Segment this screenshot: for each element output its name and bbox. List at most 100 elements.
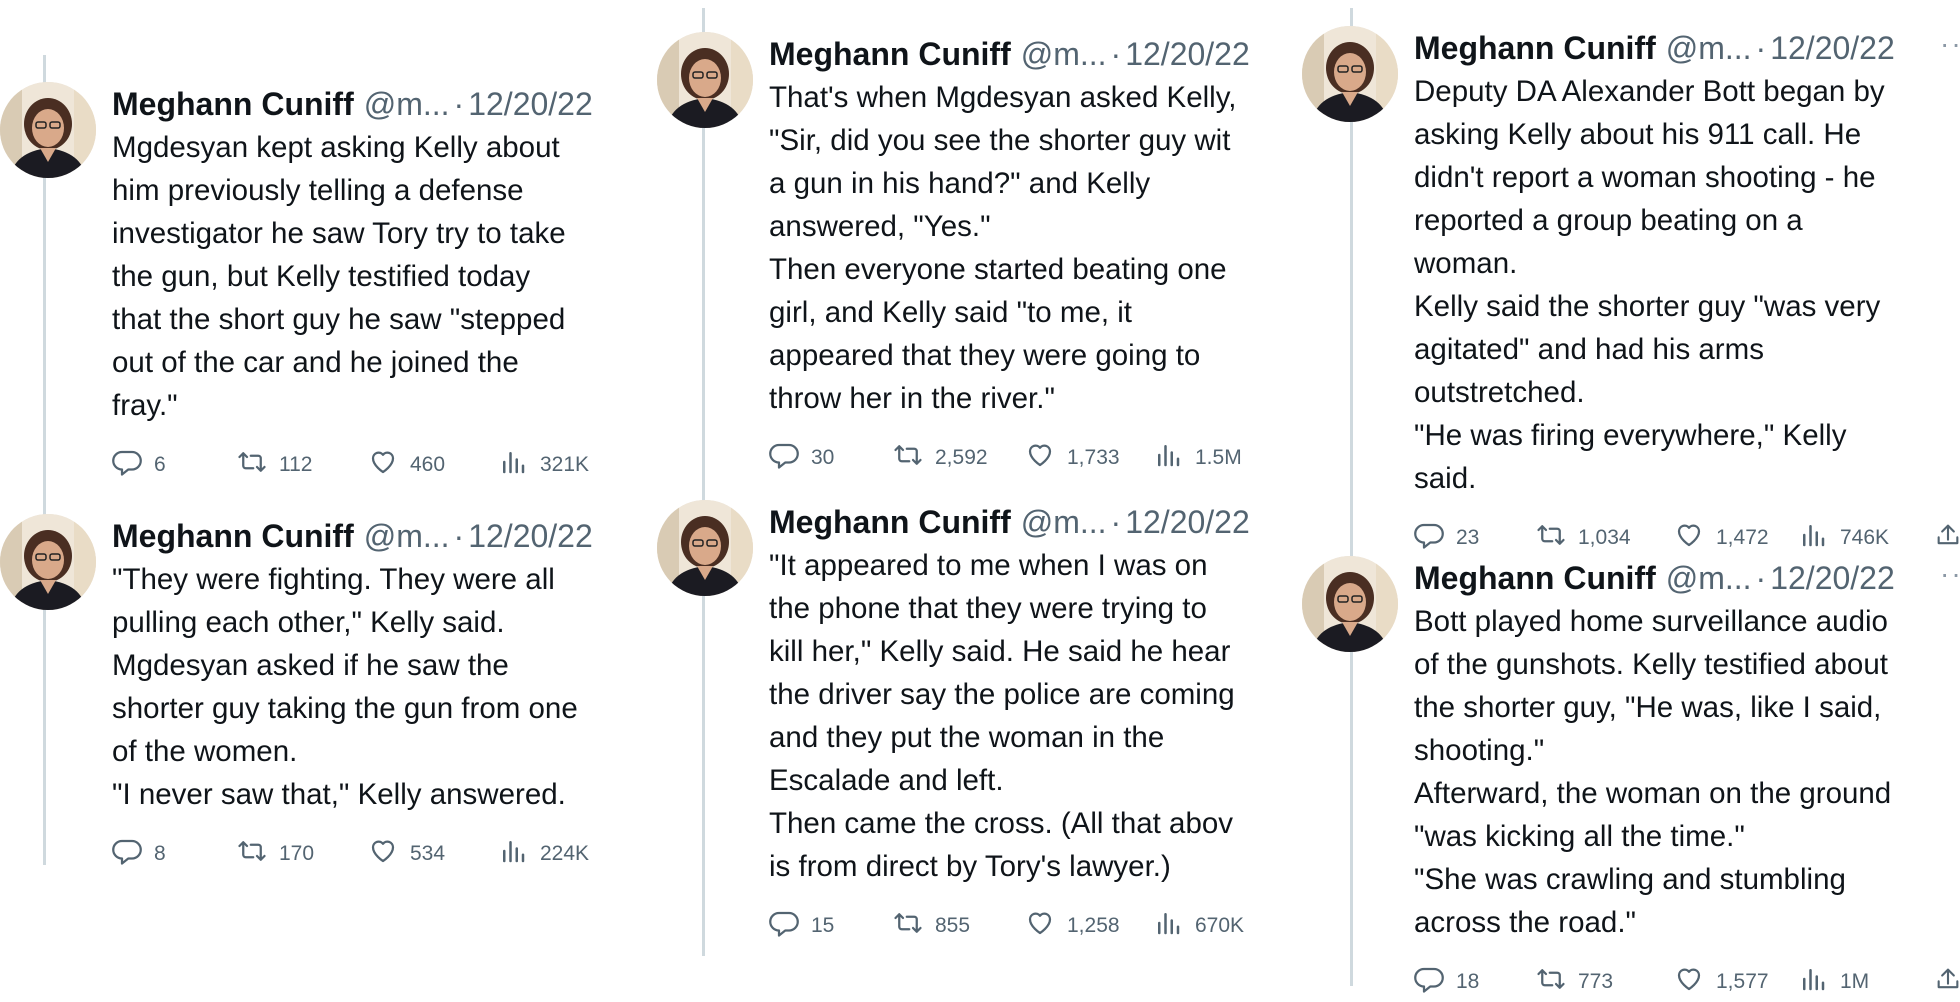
- tweet-text-line: That's when Mgdesyan asked Kelly,: [769, 81, 1237, 114]
- reply-count: 18: [1456, 970, 1480, 993]
- retweet-count: 112: [279, 453, 313, 476]
- reply-count: 6: [154, 453, 166, 476]
- like-icon: [1674, 964, 1716, 1000]
- author-name[interactable]: Meghann Cuniff: [112, 514, 354, 558]
- like-count: 1,472: [1716, 526, 1769, 549]
- reply-button[interactable]: 15: [769, 908, 893, 944]
- tweet-text-line: the driver say the police are coming: [769, 678, 1235, 711]
- tweet-text-line: across the road.": [1414, 906, 1636, 939]
- author-name[interactable]: Meghann Cuniff: [1414, 556, 1656, 600]
- author-name[interactable]: Meghann Cuniff: [1414, 26, 1656, 70]
- views-button[interactable]: 746K: [1798, 520, 1918, 556]
- avatar[interactable]: [0, 82, 96, 178]
- reply-icon: [112, 447, 154, 483]
- tweet-text-line: that the short guy he saw "stepped: [112, 303, 566, 336]
- share-button[interactable]: [1934, 965, 1960, 999]
- tweet-date[interactable]: 12/20/22: [468, 514, 593, 558]
- views-button[interactable]: 1.5M: [1153, 440, 1263, 476]
- author-handle[interactable]: @m...: [1666, 26, 1752, 70]
- tweet-text-line: out of the car and he joined the: [112, 346, 519, 379]
- retweet-icon: [237, 836, 279, 872]
- reply-button[interactable]: 23: [1414, 520, 1536, 556]
- reply-button[interactable]: 6: [112, 447, 237, 483]
- tweet-text-line: girl, and Kelly said "to me, it: [769, 296, 1132, 329]
- reply-button[interactable]: 30: [769, 440, 893, 476]
- avatar[interactable]: [657, 500, 753, 596]
- tweet-text-line: him previously telling a defense: [112, 174, 524, 207]
- views-button[interactable]: 1M: [1798, 964, 1918, 1000]
- like-button[interactable]: 1,577: [1674, 964, 1798, 1000]
- tweet-date[interactable]: 12/20/22: [1770, 26, 1895, 70]
- tweet-text-line: is from direct by Tory's lawyer.): [769, 850, 1171, 883]
- reply-icon: [769, 440, 811, 476]
- retweet-button[interactable]: 2,592: [893, 440, 1025, 476]
- like-button[interactable]: 1,733: [1025, 440, 1153, 476]
- views-button[interactable]: 321K: [498, 447, 608, 483]
- tweet-header: Meghann Cuniff @m... · 12/20/22: [112, 82, 642, 126]
- tweet-date[interactable]: 12/20/22: [468, 82, 593, 126]
- views-icon: [1798, 520, 1840, 556]
- tweet-text-line: Then came the cross. (All that abov: [769, 807, 1234, 840]
- retweet-button[interactable]: 170: [237, 836, 368, 872]
- author-handle[interactable]: @m...: [1021, 500, 1107, 544]
- share-button[interactable]: [1934, 521, 1960, 555]
- tweet-text: Deputy DA Alexander Bott began by asking …: [1414, 70, 1960, 500]
- tweet-text-line: outstretched.: [1414, 376, 1585, 409]
- like-button[interactable]: 1,258: [1025, 908, 1153, 944]
- author-handle[interactable]: @m...: [1021, 32, 1107, 76]
- more-icon[interactable]: ···: [1940, 26, 1960, 62]
- tweet-date[interactable]: 12/20/22: [1770, 556, 1895, 600]
- retweet-count: 773: [1578, 970, 1614, 993]
- share-icon: [1934, 965, 1960, 999]
- retweet-icon: [893, 440, 935, 476]
- tweet-text-line: the gun, but Kelly testified today: [112, 260, 531, 293]
- retweet-icon: [1536, 964, 1578, 1000]
- avatar[interactable]: [657, 32, 753, 128]
- tweet-text-line: "Sir, did you see the shorter guy wit: [769, 124, 1231, 157]
- author-handle[interactable]: @m...: [364, 82, 450, 126]
- author-name[interactable]: Meghann Cuniff: [769, 32, 1011, 76]
- retweet-icon: [893, 908, 935, 944]
- tweet-text-line: kill her," Kelly said. He said he hear: [769, 635, 1231, 668]
- like-button[interactable]: 1,472: [1674, 520, 1798, 556]
- tweet-text-line: Deputy DA Alexander Bott began by: [1414, 75, 1885, 108]
- retweet-count: 2,592: [935, 446, 988, 469]
- views-button[interactable]: 224K: [498, 836, 608, 872]
- reply-button[interactable]: 8: [112, 836, 237, 872]
- author-name[interactable]: Meghann Cuniff: [769, 500, 1011, 544]
- avatar[interactable]: [1302, 26, 1398, 122]
- tweet-text-line: and they put the woman in the: [769, 721, 1165, 754]
- reply-count: 23: [1456, 526, 1480, 549]
- views-icon: [1798, 964, 1840, 1000]
- like-count: 1,577: [1716, 970, 1769, 993]
- author-name[interactable]: Meghann Cuniff: [112, 82, 354, 126]
- tweet-text-line: Then everyone started beating one: [769, 253, 1227, 286]
- avatar[interactable]: [1302, 556, 1398, 652]
- more-icon[interactable]: ···: [1940, 556, 1960, 592]
- tweet-actions: 6 112 460 321K: [112, 445, 642, 485]
- tweet-text-line: Mgdesyan asked if he saw the: [112, 649, 509, 682]
- retweet-count: 170: [279, 842, 315, 865]
- like-button[interactable]: 460: [368, 447, 498, 483]
- retweet-button[interactable]: 112: [237, 447, 368, 483]
- views-count: 1.5M: [1195, 446, 1242, 469]
- like-button[interactable]: 534: [368, 836, 498, 872]
- author-handle[interactable]: @m...: [364, 514, 450, 558]
- reply-count: 8: [154, 842, 166, 865]
- avatar[interactable]: [0, 514, 96, 610]
- reply-icon: [1414, 520, 1456, 556]
- tweet-text-line: of the gunshots. Kelly testified about: [1414, 648, 1888, 681]
- tweet-text-line: reported a group beating on a: [1414, 204, 1803, 237]
- like-count: 1,258: [1067, 914, 1120, 937]
- reply-button[interactable]: 18: [1414, 964, 1536, 1000]
- tweet-date[interactable]: 12/20/22: [1125, 500, 1250, 544]
- tweet-text-line: agitated" and had his arms: [1414, 333, 1764, 366]
- author-handle[interactable]: @m...: [1666, 556, 1752, 600]
- thread-line: [1350, 8, 1353, 986]
- tweet-date[interactable]: 12/20/22: [1125, 32, 1250, 76]
- retweet-button[interactable]: 855: [893, 908, 1025, 944]
- tweet-text-line: of the women.: [112, 735, 298, 768]
- retweet-button[interactable]: 773: [1536, 964, 1674, 1000]
- retweet-button[interactable]: 1,034: [1536, 520, 1674, 556]
- views-button[interactable]: 670K: [1153, 908, 1263, 944]
